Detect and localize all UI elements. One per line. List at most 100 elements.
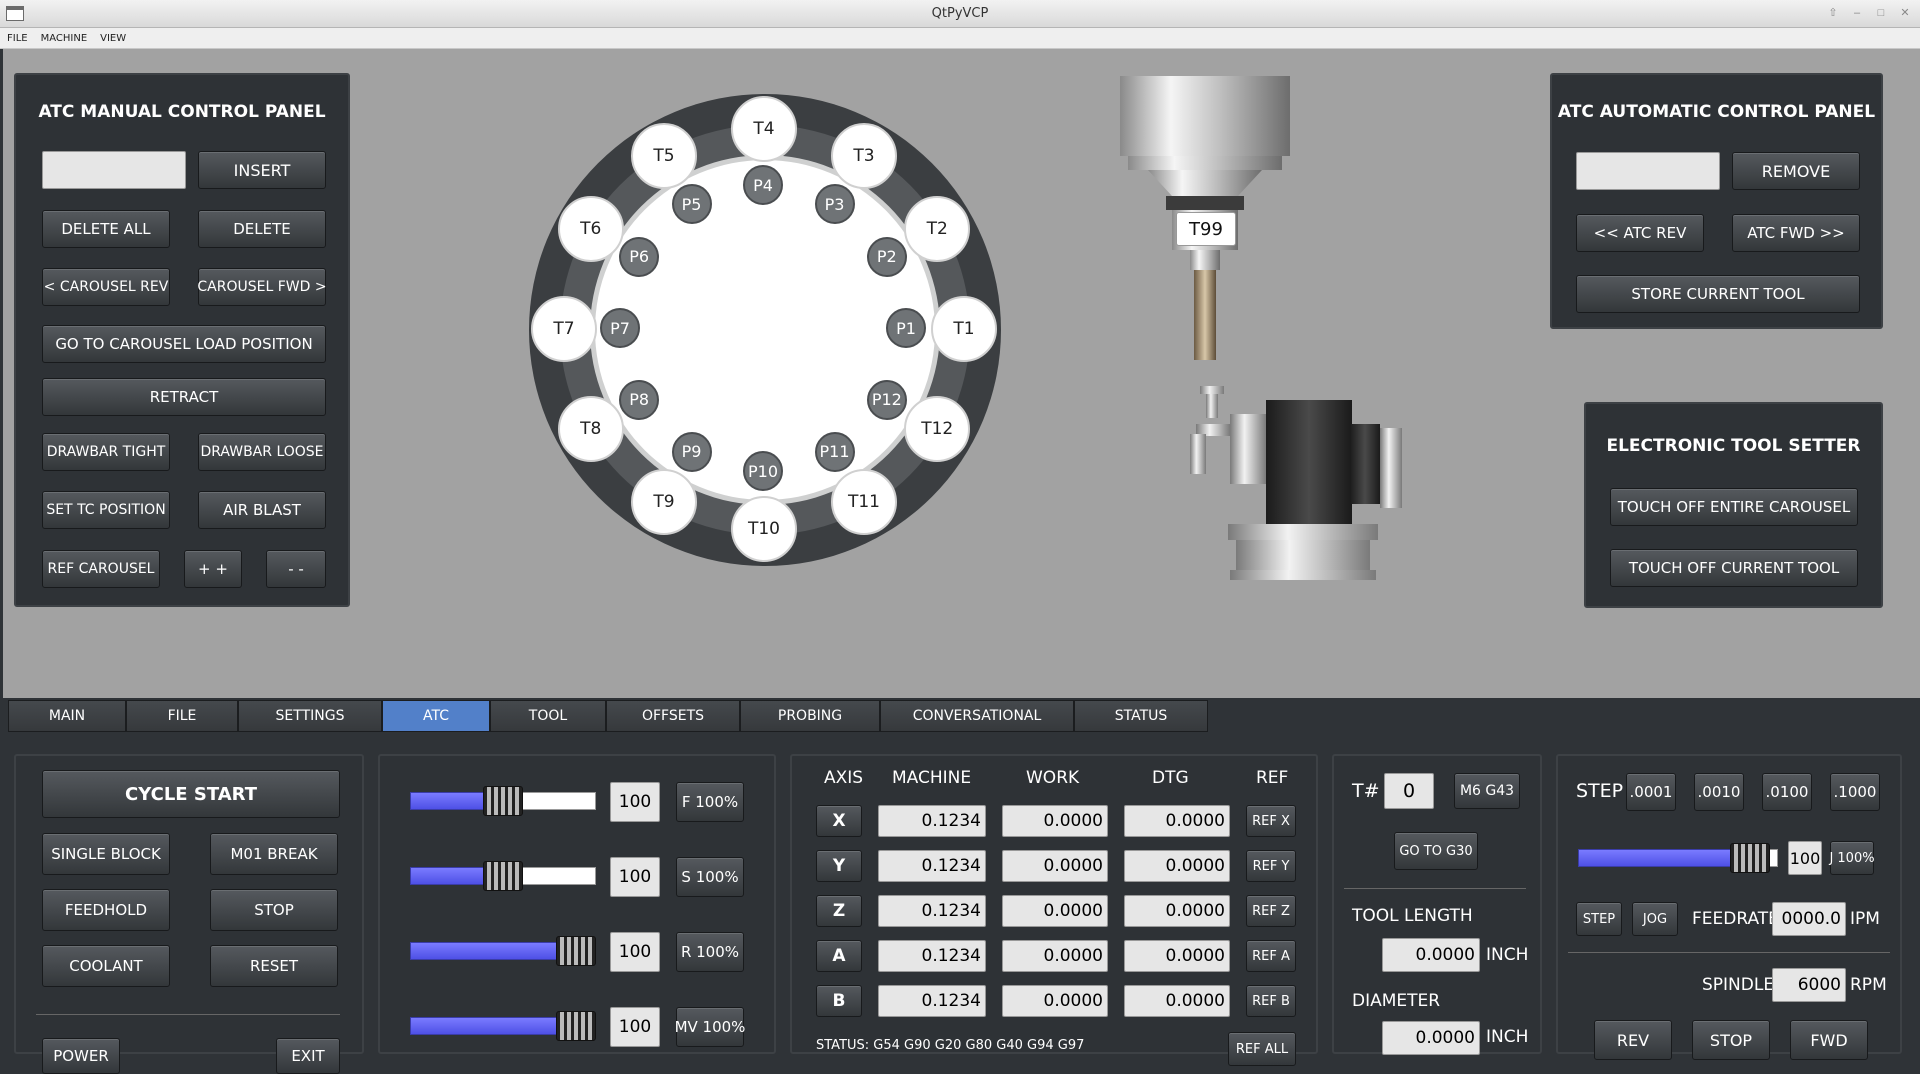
work-z-field[interactable]: 0.0000 bbox=[1002, 895, 1108, 927]
menu-view[interactable]: VIEW bbox=[93, 28, 132, 44]
tab-offsets[interactable]: OFFSETS bbox=[606, 700, 740, 732]
ref-y-button[interactable]: REF Y bbox=[1246, 850, 1296, 882]
override-value-2[interactable]: 100 bbox=[610, 932, 660, 972]
spindle-rpm-field[interactable]: 6000 bbox=[1772, 968, 1846, 1002]
ref-z-button[interactable]: REF Z bbox=[1246, 895, 1296, 927]
remove-button[interactable]: REMOVE bbox=[1732, 152, 1860, 190]
override-value-1[interactable]: 100 bbox=[610, 857, 660, 897]
carousel-tool-t7: T7 bbox=[531, 296, 597, 362]
override-slider-2[interactable] bbox=[410, 936, 596, 966]
tool-length-field[interactable]: 0.0000 bbox=[1382, 938, 1480, 972]
jog-slider[interactable] bbox=[1578, 843, 1778, 873]
menu-file[interactable]: FILE bbox=[0, 28, 34, 44]
tool-number-field[interactable]: 0 bbox=[1384, 773, 1434, 809]
work-a-field[interactable]: 0.0000 bbox=[1002, 940, 1108, 972]
axis-button-z[interactable]: Z bbox=[816, 895, 862, 927]
step-1000-button[interactable]: .1000 bbox=[1830, 773, 1880, 811]
step-0010-button[interactable]: .0010 bbox=[1694, 773, 1744, 811]
touch-off-carousel-button[interactable]: TOUCH OFF ENTIRE CAROUSEL bbox=[1610, 488, 1858, 526]
override-button-1[interactable]: S 100% bbox=[676, 857, 744, 897]
close-icon[interactable]: ✕ bbox=[1896, 4, 1914, 22]
atc-rev-button[interactable]: << ATC REV bbox=[1576, 214, 1704, 252]
jog-value-field[interactable]: 100 bbox=[1788, 841, 1822, 875]
spindle-graphic: T99 bbox=[1118, 76, 1293, 366]
step-0001-button[interactable]: .0001 bbox=[1626, 773, 1676, 811]
air-blast-button[interactable]: AIR BLAST bbox=[198, 491, 326, 529]
m01-break-button[interactable]: M01 BREAK bbox=[210, 833, 338, 875]
retract-button[interactable]: RETRACT bbox=[42, 378, 326, 416]
insert-button[interactable]: INSERT bbox=[198, 151, 326, 189]
feedhold-button[interactable]: FEEDHOLD bbox=[42, 889, 170, 931]
drawbar-loose-button[interactable]: DRAWBAR LOOSE bbox=[198, 433, 326, 471]
override-slider-1[interactable] bbox=[410, 861, 596, 891]
m6-g43-button[interactable]: M6 G43 bbox=[1454, 773, 1520, 809]
step-mode-button[interactable]: STEP bbox=[1576, 902, 1622, 936]
reset-button[interactable]: RESET bbox=[210, 945, 338, 987]
delete-all-button[interactable]: DELETE ALL bbox=[42, 210, 170, 248]
power-button[interactable]: POWER bbox=[42, 1038, 120, 1074]
touch-off-current-button[interactable]: TOUCH OFF CURRENT TOOL bbox=[1610, 549, 1858, 587]
work-b-field[interactable]: 0.0000 bbox=[1002, 985, 1108, 1017]
ref-a-button[interactable]: REF A bbox=[1246, 940, 1296, 972]
axis-button-x[interactable]: X bbox=[816, 805, 862, 837]
carousel-plus-button[interactable]: + + bbox=[184, 550, 242, 588]
override-slider-0[interactable] bbox=[410, 786, 596, 816]
work-y-field[interactable]: 0.0000 bbox=[1002, 850, 1108, 882]
tab-conversational[interactable]: CONVERSATIONAL bbox=[880, 700, 1074, 732]
tab-settings[interactable]: SETTINGS bbox=[238, 700, 382, 732]
tab-file[interactable]: FILE bbox=[126, 700, 238, 732]
carousel-pocket-p7: P7 bbox=[600, 308, 640, 348]
carousel-minus-button[interactable]: - - bbox=[266, 550, 326, 588]
delete-button[interactable]: DELETE bbox=[198, 210, 326, 248]
carousel-rev-button[interactable]: < CAROUSEL REV bbox=[42, 268, 170, 306]
store-current-tool-button[interactable]: STORE CURRENT TOOL bbox=[1576, 275, 1860, 313]
work-x-field[interactable]: 0.0000 bbox=[1002, 805, 1108, 837]
goto-carousel-load-button[interactable]: GO TO CAROUSEL LOAD POSITION bbox=[42, 325, 326, 363]
step-0100-button[interactable]: .0100 bbox=[1762, 773, 1812, 811]
override-value-0[interactable]: 100 bbox=[610, 782, 660, 822]
override-slider-3[interactable] bbox=[410, 1011, 596, 1041]
ref-all-button[interactable]: REF ALL bbox=[1228, 1032, 1296, 1066]
axis-button-a[interactable]: A bbox=[816, 940, 862, 972]
dro-header-axis: AXIS bbox=[824, 768, 864, 788]
override-value-3[interactable]: 100 bbox=[610, 1007, 660, 1047]
override-button-2[interactable]: R 100% bbox=[676, 932, 744, 972]
auto-tool-input[interactable] bbox=[1576, 152, 1720, 190]
tab-atc[interactable]: ATC bbox=[382, 700, 490, 732]
ref-carousel-button[interactable]: REF CAROUSEL bbox=[42, 550, 160, 588]
tab-main[interactable]: MAIN bbox=[8, 700, 126, 732]
tool-number-input[interactable] bbox=[42, 151, 186, 189]
drawbar-tight-button[interactable]: DRAWBAR TIGHT bbox=[42, 433, 170, 471]
axis-button-b[interactable]: B bbox=[816, 985, 862, 1017]
tab-tool[interactable]: TOOL bbox=[490, 700, 606, 732]
single-block-button[interactable]: SINGLE BLOCK bbox=[42, 833, 170, 875]
coolant-button[interactable]: COOLANT bbox=[42, 945, 170, 987]
tab-probing[interactable]: PROBING bbox=[740, 700, 880, 732]
atc-fwd-button[interactable]: ATC FWD >> bbox=[1732, 214, 1860, 252]
spindle-stop-button[interactable]: STOP bbox=[1692, 1020, 1770, 1060]
spindle-fwd-button[interactable]: FWD bbox=[1790, 1020, 1868, 1060]
carousel-fwd-button[interactable]: CAROUSEL FWD > bbox=[197, 268, 327, 306]
override-button-0[interactable]: F 100% bbox=[676, 782, 744, 822]
axis-button-y[interactable]: Y bbox=[816, 850, 862, 882]
exit-button[interactable]: EXIT bbox=[276, 1038, 340, 1074]
diameter-field[interactable]: 0.0000 bbox=[1382, 1021, 1480, 1055]
menu-machine[interactable]: MACHINE bbox=[34, 28, 94, 44]
set-tc-position-button[interactable]: SET TC POSITION bbox=[42, 491, 170, 529]
ref-x-button[interactable]: REF X bbox=[1246, 805, 1296, 837]
maximize-icon[interactable]: □ bbox=[1872, 4, 1890, 22]
cycle-start-button[interactable]: CYCLE START bbox=[42, 770, 340, 818]
jog-percent-button[interactable]: J 100% bbox=[1829, 841, 1875, 875]
carousel-tool-t3: T3 bbox=[831, 122, 897, 189]
carousel-pocket-p10: P10 bbox=[743, 451, 783, 491]
feedrate-field[interactable]: 0000.0 bbox=[1772, 902, 1846, 936]
spindle-rev-button[interactable]: REV bbox=[1594, 1020, 1672, 1060]
jog-mode-button[interactable]: JOG bbox=[1632, 902, 1678, 936]
goto-g30-button[interactable]: GO TO G30 bbox=[1394, 832, 1478, 870]
tab-status[interactable]: STATUS bbox=[1074, 700, 1208, 732]
minimize-icon[interactable]: – bbox=[1848, 4, 1866, 22]
window-up-icon[interactable]: ⇧ bbox=[1824, 4, 1842, 22]
override-button-3[interactable]: MV 100% bbox=[675, 1007, 745, 1047]
stop-button[interactable]: STOP bbox=[210, 889, 338, 931]
ref-b-button[interactable]: REF B bbox=[1246, 985, 1296, 1017]
